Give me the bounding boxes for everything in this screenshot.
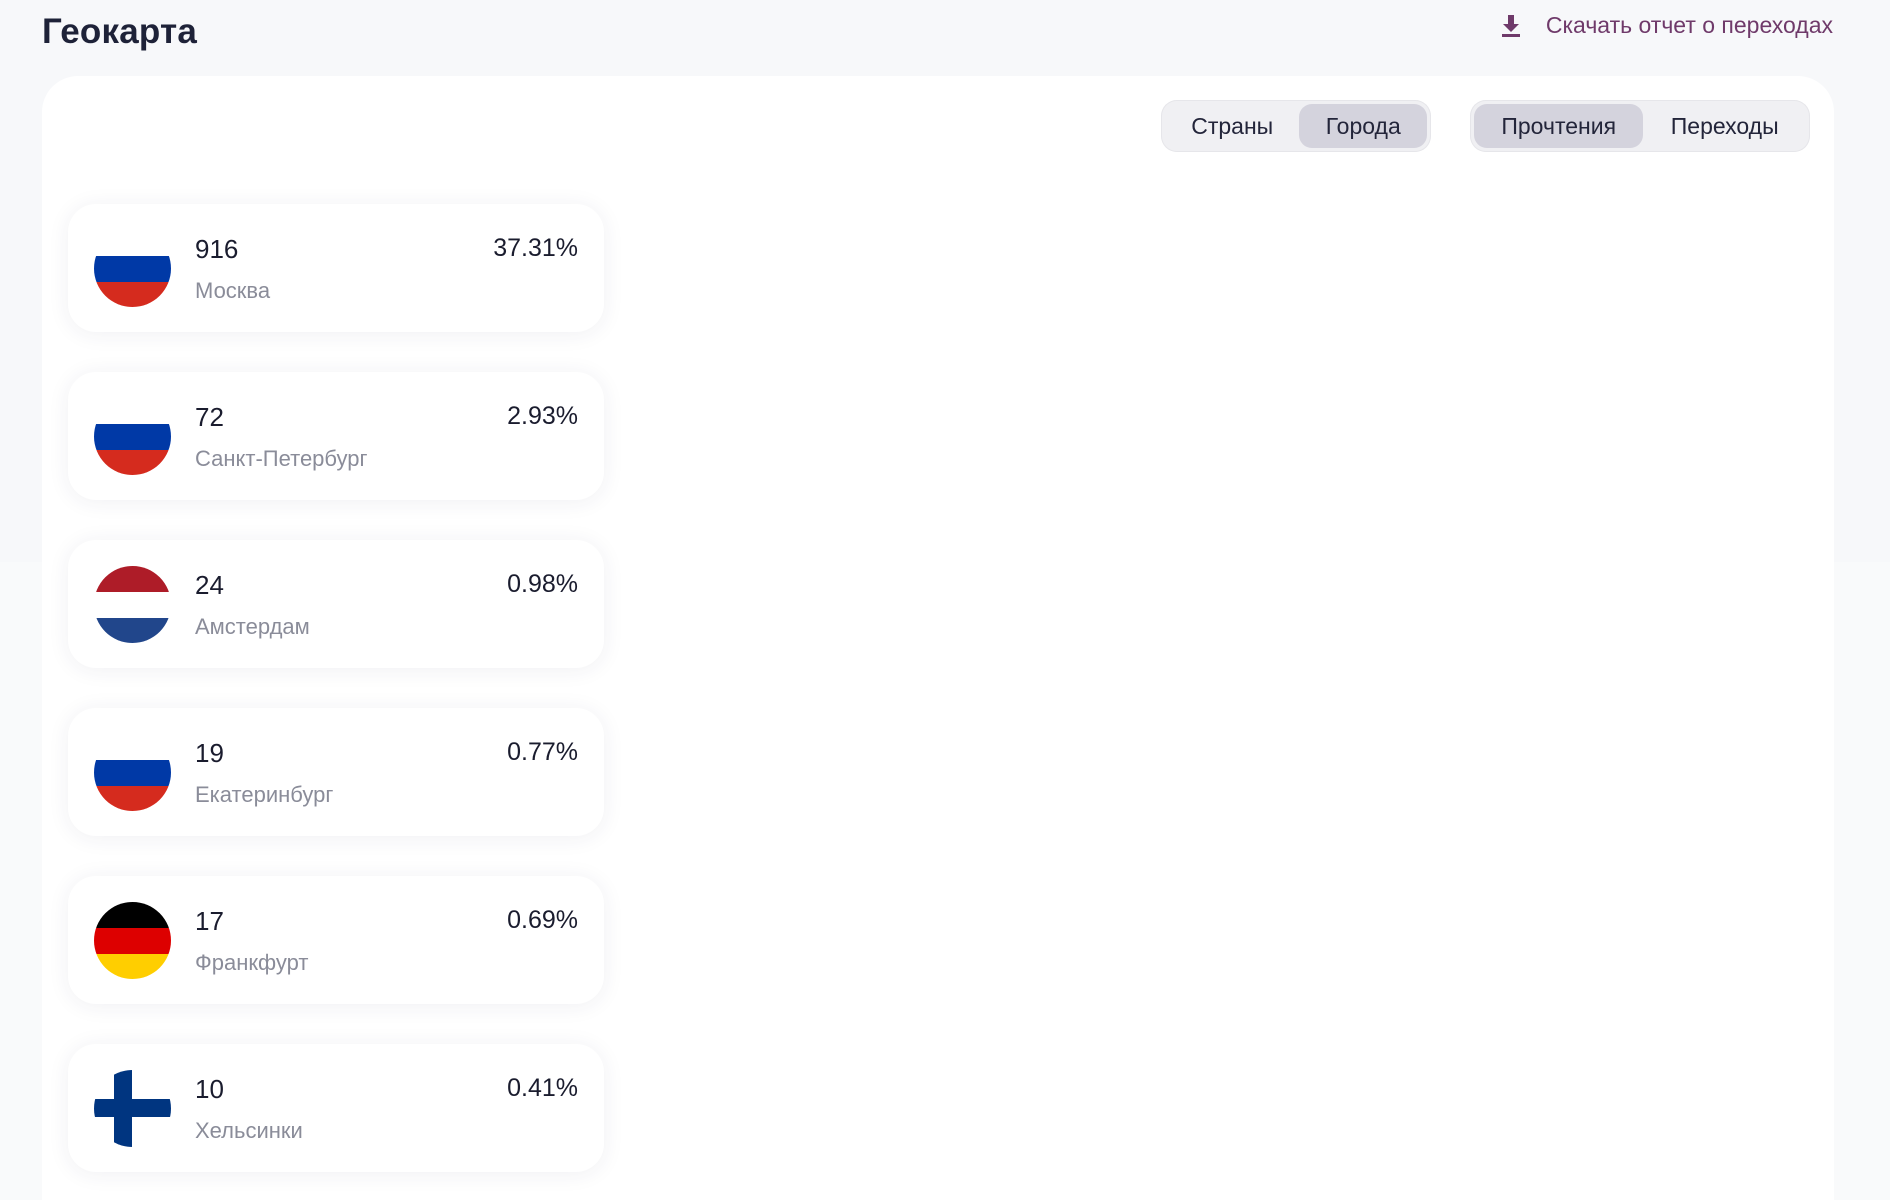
- row-count: 72: [195, 402, 224, 432]
- list-item: 17 Франкфурт 0.69%: [68, 876, 604, 1004]
- download-icon: [1500, 14, 1522, 38]
- row-percent: 0.69%: [507, 906, 578, 934]
- row-percent: 0.77%: [507, 738, 578, 766]
- row-percent: 37.31%: [493, 234, 578, 262]
- row-percent: 0.41%: [507, 1074, 578, 1102]
- list-item: 10 Хельсинки 0.41%: [68, 1044, 604, 1172]
- row-count: 916: [195, 234, 239, 264]
- row-city: Санкт-Петербург: [195, 446, 368, 471]
- list-item: 72 Санкт-Петербург 2.93%: [68, 372, 604, 500]
- list-item: 916 Москва 37.31%: [68, 204, 604, 332]
- row-city: Франкфурт: [195, 950, 309, 975]
- row-percent: 2.93%: [507, 402, 578, 430]
- row-city: Хельсинки: [195, 1118, 303, 1143]
- finland-flag-icon: [94, 1070, 171, 1147]
- page-title: Геокарта: [42, 12, 198, 51]
- tab-countries[interactable]: Страны: [1165, 104, 1299, 148]
- row-city: Москва: [195, 278, 271, 303]
- row-percent: 0.98%: [507, 570, 578, 598]
- city-list: 916 Москва 37.31% 72 Санкт-Петербург 2.9…: [68, 204, 604, 1200]
- tab-cities[interactable]: Города: [1299, 104, 1427, 148]
- row-count: 19: [195, 738, 224, 768]
- row-count: 17: [195, 906, 224, 936]
- list-item: 19 Екатеринбург 0.77%: [68, 708, 604, 836]
- row-count: 24: [195, 570, 224, 600]
- download-report-label: Скачать отчет о переходах: [1545, 12, 1833, 38]
- row-city: Екатеринбург: [195, 782, 334, 807]
- row-city: Амстердам: [195, 614, 310, 639]
- geo-card: Страны Города Прочтения Переходы 916 Мос…: [42, 76, 1834, 1200]
- row-count: 10: [195, 1074, 224, 1104]
- russia-flag-icon: [94, 398, 171, 475]
- metric-toggle: Прочтения Переходы: [1470, 100, 1810, 152]
- germany-flag-icon: [94, 902, 171, 979]
- russia-flag-icon: [94, 230, 171, 307]
- tab-reads[interactable]: Прочтения: [1474, 104, 1644, 148]
- netherlands-flag-icon: [94, 566, 171, 643]
- list-item: 24 Амстердам 0.98%: [68, 540, 604, 668]
- geo-level-toggle: Страны Города: [1161, 100, 1431, 152]
- tab-clicks[interactable]: Переходы: [1643, 104, 1806, 148]
- russia-flag-icon: [94, 734, 171, 811]
- download-report-link[interactable]: Скачать отчет о переходах: [1500, 12, 1833, 39]
